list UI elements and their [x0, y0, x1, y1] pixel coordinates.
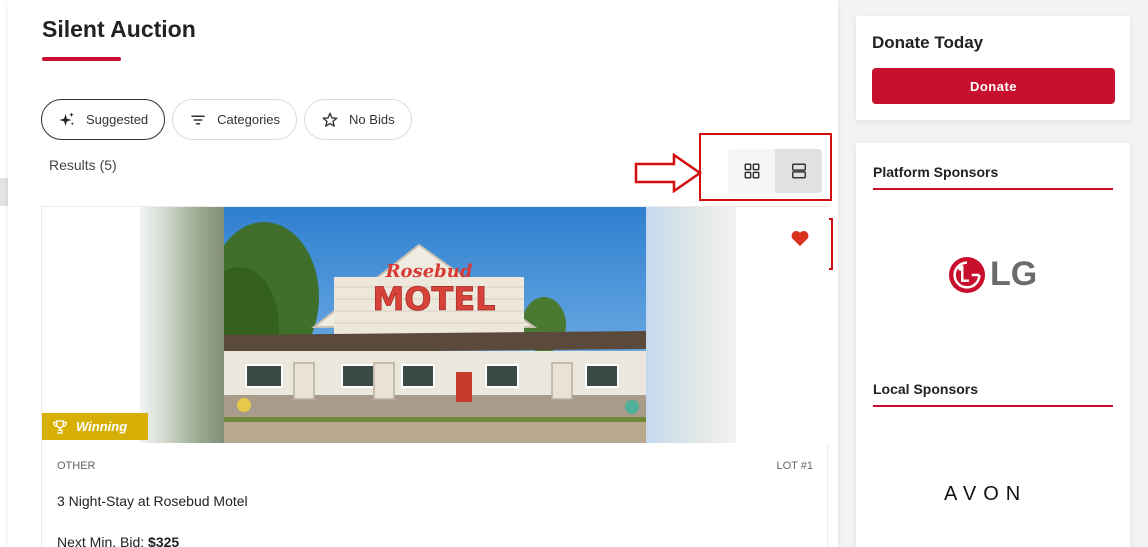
item-category: OTHER	[57, 460, 96, 472]
image-blur-left	[140, 207, 224, 443]
sponsors-panel: Platform Sponsors LG Local Sponsors AVON	[856, 143, 1130, 547]
page-title: Silent Auction	[42, 16, 196, 42]
annotation-arrow-icon	[634, 153, 702, 193]
left-edge-tab	[0, 178, 8, 206]
image-blur-right	[646, 207, 736, 443]
lg-logo[interactable]: LG	[948, 255, 1037, 294]
item-image-area[interactable]: Rosebud MOTEL Winning	[42, 207, 829, 443]
filter-lines-icon	[191, 115, 205, 124]
results-count: Results (5)	[49, 157, 117, 173]
filter-chip-label: Categories	[217, 112, 281, 127]
next-bid-label: Next Min. Bid:	[57, 534, 145, 547]
next-bid-value: $325	[148, 534, 180, 547]
next-min-bid: Next Min. Bid: $325	[57, 534, 179, 547]
avon-logo[interactable]: AVON	[944, 483, 1027, 506]
sparkle-icon	[59, 112, 74, 126]
filter-chip-label: No Bids	[349, 112, 395, 127]
item-lot-number: LOT #1	[776, 460, 814, 472]
donate-button[interactable]: Donate	[872, 68, 1115, 104]
lg-logo-text: LG	[990, 255, 1038, 293]
lg-face-icon	[948, 256, 986, 293]
winning-badge-label: Winning	[76, 419, 128, 434]
local-sponsors-heading: Local Sponsors	[873, 381, 979, 397]
filter-chip-categories[interactable]: Categories	[172, 99, 298, 140]
platform-sponsors-heading: Platform Sponsors	[873, 164, 999, 180]
trophy-icon	[53, 419, 67, 434]
motel-photo: Rosebud MOTEL	[224, 207, 646, 443]
auction-item-card[interactable]: Rosebud MOTEL Winning OTHER LOT #1 3 Nig…	[41, 206, 829, 547]
annotation-box-view-toggle	[699, 133, 832, 201]
star-outline-icon	[322, 112, 338, 127]
local-sponsors-rule	[873, 405, 1113, 407]
platform-sponsors-rule	[873, 188, 1113, 190]
donate-panel: Donate Today Donate	[856, 16, 1130, 120]
filter-chip-no-bids[interactable]: No Bids	[304, 99, 412, 140]
filter-chip-suggested[interactable]: Suggested	[41, 99, 166, 140]
photo-sign-main: MOTEL	[372, 280, 495, 318]
title-underline	[42, 57, 121, 61]
donate-title: Donate Today	[872, 33, 984, 52]
item-title[interactable]: 3 Night-Stay at Rosebud Motel	[57, 493, 248, 509]
photo-sign-script: Rosebud	[385, 261, 473, 282]
left-edge-strip	[0, 0, 8, 547]
winning-badge: Winning	[42, 413, 148, 440]
filter-chip-label: Suggested	[86, 112, 149, 127]
filter-bar: Suggested Categories No Bids	[41, 99, 412, 140]
heart-icon[interactable]	[790, 229, 810, 247]
